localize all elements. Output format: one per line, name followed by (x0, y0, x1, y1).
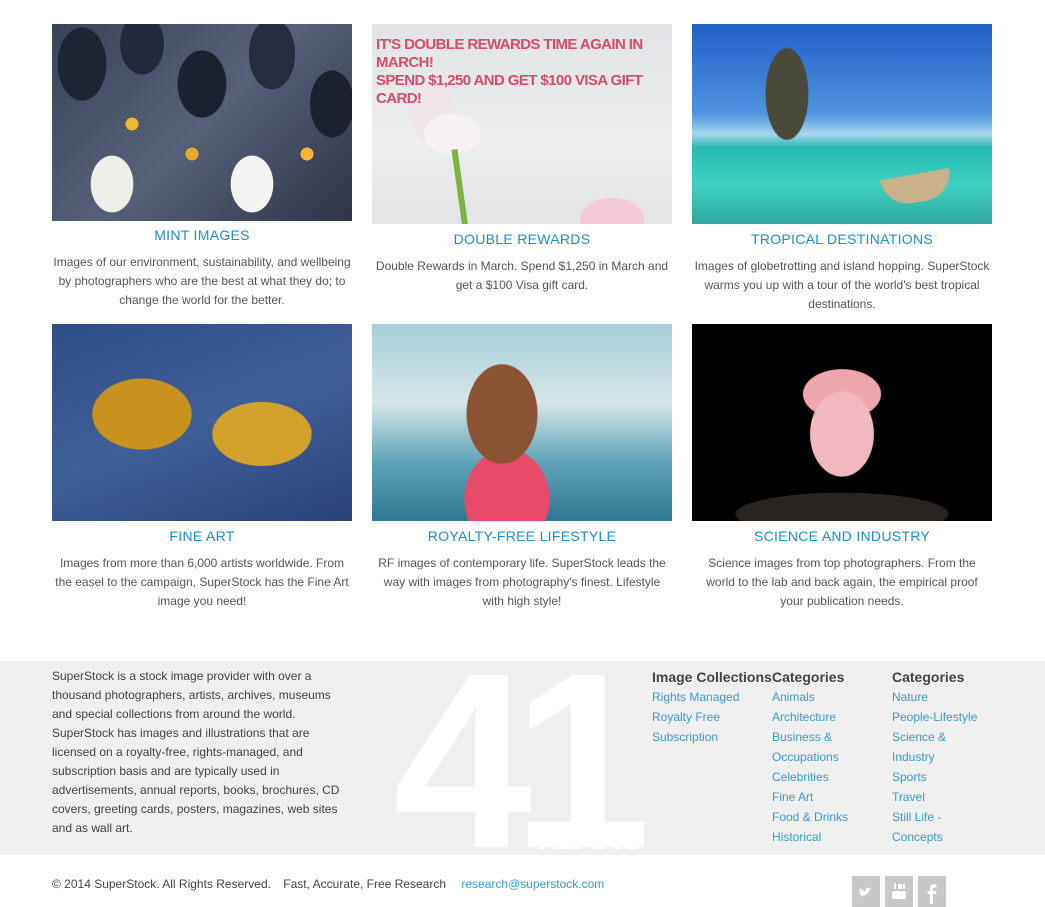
footer-link-business-occupations[interactable]: Business & Occupations (772, 727, 867, 767)
footer-band: SuperStock is a stock image provider wit… (0, 661, 1045, 855)
tile-tropical-destinations: TROPICAL DESTINATIONS Images of globetro… (692, 24, 992, 314)
tagline-text: Fast, Accurate, Free Research (283, 877, 447, 891)
footer-link-fine-art[interactable]: Fine Art (772, 787, 867, 807)
tile-title-royalty-free-lifestyle[interactable]: ROYALTY-FREE LIFESTYLE (372, 528, 672, 544)
footer-link-architecture[interactable]: Architecture (772, 707, 867, 727)
tile-desc-royalty-free-lifestyle: RF images of contemporary life. SuperSto… (378, 556, 666, 608)
boat-graphic (880, 168, 954, 208)
tile-title-fine-art[interactable]: FINE ART (52, 528, 352, 544)
footer-link-travel[interactable]: Travel (892, 787, 987, 807)
tile-title-mint-images[interactable]: MINT IMAGES (52, 227, 352, 243)
tile-desc-fine-art: Images from more than 6,000 artists worl… (55, 556, 349, 608)
research-email-link[interactable]: research@superstock.com (461, 877, 604, 891)
footer-link-people-lifestyle[interactable]: People-Lifestyle (892, 707, 987, 727)
footer-col-categories-1: Categories Animals Architecture Business… (772, 667, 867, 847)
promo-text: IT'S DOUBLE REWARDS TIME AGAIN IN MARCH!… (376, 36, 672, 108)
tile-desc-double-rewards: Double Rewards in March. Spend $1,250 in… (375, 259, 669, 292)
fine-art-photo[interactable] (52, 324, 352, 521)
youtube-icon[interactable] (885, 876, 913, 907)
about-text: SuperStock is a stock image provider wit… (52, 669, 340, 835)
footer-col-heading: Categories (772, 669, 845, 685)
copyright-text: © 2014 SuperStock. All Rights Reserved. (52, 877, 271, 891)
tile-desc-mint-images: Images of our environment, sustainabilit… (53, 255, 351, 307)
footer-link-historical[interactable]: Historical (772, 827, 867, 847)
footer-link-food-drinks[interactable]: Food & Drinks (772, 807, 867, 827)
tile-royalty-free-lifestyle: ROYALTY-FREE LIFESTYLE RF images of cont… (372, 324, 672, 611)
footer-link-animals[interactable]: Animals (772, 687, 867, 707)
bottom-bar: © 2014 SuperStock. All Rights Reserved. … (52, 877, 604, 891)
facebook-icon[interactable] (918, 876, 946, 907)
anniversary-years: YEARS (530, 819, 643, 855)
science-industry-photo[interactable] (692, 324, 992, 521)
footer-col-heading: Image Collections (652, 669, 772, 685)
footer-link-science-industry[interactable]: Science & Industry (892, 727, 987, 767)
tile-title-double-rewards[interactable]: DOUBLE REWARDS (372, 231, 672, 247)
royalty-free-lifestyle-photo[interactable] (372, 324, 672, 521)
footer-link-celebrities[interactable]: Celebrities (772, 767, 867, 787)
tile-science-industry: SCIENCE AND INDUSTRY Science images from… (692, 324, 992, 611)
footer-col-image-collections: Image Collections Rights Managed Royalty… (652, 667, 772, 747)
footer-link-rights-managed[interactable]: Rights Managed (652, 687, 772, 707)
footer-link-still-life-concepts[interactable]: Still Life - Concepts (892, 807, 987, 847)
footer-link-sports[interactable]: Sports (892, 767, 987, 787)
twitter-icon[interactable] (852, 876, 880, 907)
tile-title-tropical-destinations[interactable]: TROPICAL DESTINATIONS (692, 231, 992, 247)
flower-stem-graphic (451, 148, 469, 224)
tile-title-science-industry[interactable]: SCIENCE AND INDUSTRY (692, 528, 992, 544)
footer-link-subscription[interactable]: Subscription (652, 727, 772, 747)
tropical-destinations-photo[interactable] (692, 24, 992, 224)
tile-desc-tropical-destinations: Images of globetrotting and island hoppi… (694, 259, 990, 311)
promo-line-2: SPEND $1,250 AND GET $100 VISA GIFT CARD… (376, 72, 643, 107)
mint-images-photo[interactable] (52, 24, 352, 221)
footer-link-nature[interactable]: Nature (892, 687, 987, 707)
tile-desc-science-industry: Science images from top photographers. F… (706, 556, 978, 608)
tile-double-rewards: IT'S DOUBLE REWARDS TIME AGAIN IN MARCH!… (372, 24, 672, 295)
promo-line-1: IT'S DOUBLE REWARDS TIME AGAIN IN MARCH! (376, 36, 643, 71)
footer-link-royalty-free[interactable]: Royalty Free (652, 707, 772, 727)
tile-fine-art: FINE ART Images from more than 6,000 art… (52, 324, 352, 611)
double-rewards-banner[interactable]: IT'S DOUBLE REWARDS TIME AGAIN IN MARCH!… (372, 24, 672, 224)
footer-col-categories-2: Categories Nature People-Lifestyle Scien… (892, 667, 987, 847)
footer-col-heading: Categories (892, 669, 965, 685)
tile-mint-images: MINT IMAGES Images of our environment, s… (52, 24, 352, 310)
